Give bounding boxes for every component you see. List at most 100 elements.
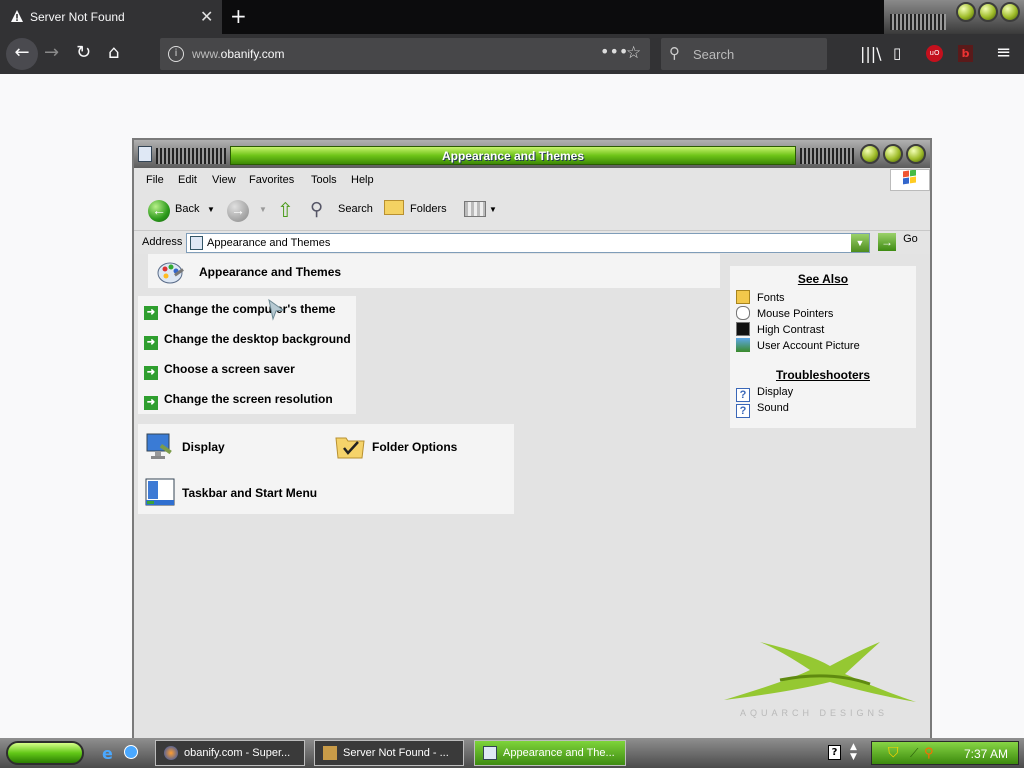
window-maximize-button[interactable] (883, 144, 903, 164)
window-close-button[interactable] (906, 144, 926, 164)
minimize-button[interactable] (956, 2, 976, 22)
address-bar: Address Appearance and Themes ▼ → Go (134, 230, 930, 254)
high-contrast-icon (736, 322, 750, 336)
toolbar-back-label[interactable]: Back (175, 203, 199, 215)
library-icon[interactable]: |||\ (860, 44, 882, 63)
mouse-cursor-icon (268, 298, 285, 321)
new-tab-button[interactable]: + (230, 4, 247, 28)
navigation-bar: ← → ↻ ⌂ i www.obanify.com ••• ☆ ⚲ Search… (0, 34, 1024, 74)
window-title-bar: Appearance and Themes (134, 140, 930, 168)
taskbar-button-obanify[interactable]: obanify.com - Super... (155, 740, 305, 766)
help-icon: ? (736, 388, 750, 402)
menu-tools[interactable]: Tools (311, 174, 337, 186)
help-icon[interactable]: ? (828, 745, 841, 760)
extension-icon[interactable]: b (958, 45, 973, 62)
home-button[interactable]: ⌂ (108, 42, 119, 63)
menu-favorites[interactable]: Favorites (249, 174, 294, 186)
address-dropdown-icon[interactable]: ▼ (851, 234, 869, 252)
address-value: Appearance and Themes (207, 237, 331, 249)
toolbar-search-label[interactable]: Search (338, 203, 373, 215)
fonts-folder-icon (736, 290, 750, 304)
forward-dropdown-icon[interactable]: ▼ (259, 205, 267, 214)
menu-help[interactable]: Help (351, 174, 374, 186)
back-button[interactable]: ← (6, 38, 38, 70)
bookmark-star-icon[interactable]: ☆ (626, 43, 641, 63)
start-button[interactable] (6, 741, 84, 765)
sidebar-icon[interactable]: ▯ (893, 44, 901, 62)
volume-icon[interactable]: ⚲ (924, 746, 934, 761)
applet-label: Display (182, 440, 225, 454)
menu-icon[interactable]: ≡ (996, 42, 1011, 63)
back-arrow-icon[interactable]: ← (148, 200, 170, 222)
taskbar-button-server-not-found[interactable]: Server Not Found - ... (314, 740, 464, 766)
see-also-heading: See Also (797, 272, 849, 286)
search-placeholder: Search (693, 47, 735, 62)
tab-title: Server Not Found (30, 10, 125, 24)
see-also-high-contrast[interactable]: High Contrast (736, 322, 824, 336)
up-folder-icon[interactable]: ⇧ (277, 198, 294, 223)
clock[interactable]: 7:37 AM (964, 747, 1008, 761)
url-bar[interactable]: i www.obanify.com ••• ☆ (160, 38, 650, 70)
menu-view[interactable]: View (212, 174, 236, 186)
menu-edit[interactable]: Edit (178, 174, 197, 186)
search-magnifier-icon[interactable]: ⚲ (310, 199, 323, 220)
close-window-button[interactable] (1000, 2, 1020, 22)
network-icon[interactable]: ⟋ (910, 746, 918, 761)
window-minimize-button[interactable] (860, 144, 880, 164)
task-list: ➜ Change the computer's theme ➜ Change the… (138, 296, 356, 414)
title-grill-right (800, 148, 854, 164)
see-also-fonts[interactable]: Fonts (736, 290, 785, 304)
reload-button[interactable]: ↻ (76, 42, 91, 63)
toolbar: ← Back ▼ → ▼ ⇧ ⚲ Search Folders ▼ (134, 192, 930, 230)
troubleshooter-display[interactable]: ? Display (736, 386, 793, 402)
see-also-panel: See Also Fonts Mouse Pointers High Contr… (730, 266, 916, 428)
address-label: Address (142, 236, 183, 248)
back-dropdown-icon[interactable]: ▼ (207, 205, 215, 214)
views-dropdown-icon[interactable]: ▼ (489, 205, 497, 214)
search-bar[interactable]: ⚲ Search (661, 38, 827, 70)
quick-launch-icon[interactable] (124, 745, 138, 759)
user-picture-icon (736, 338, 750, 352)
system-tray: ⛉ ⟋ ⚲ 7:37 AM (871, 741, 1019, 765)
shield-icon[interactable]: ⛉ (888, 745, 899, 761)
titlebar-grill (890, 14, 946, 30)
search-icon: ⚲ (669, 44, 680, 62)
applet-label: Folder Options (372, 440, 458, 454)
taskbar-button-appearance-themes[interactable]: Appearance and The... (474, 740, 626, 766)
browser-tab-bar: Server Not Found ✕ + (0, 0, 1024, 34)
toolbar-folders-label[interactable]: Folders (410, 203, 447, 215)
page-actions-icon[interactable]: ••• (600, 42, 628, 61)
see-also-mouse-pointers[interactable]: Mouse Pointers (736, 306, 833, 320)
appearance-themes-icon (157, 262, 184, 284)
aquarch-designs-logo: AQUARCH DESIGNS (720, 640, 920, 720)
help-icon: ? (736, 404, 750, 418)
task-screen-resolution[interactable]: ➜ Change the screen resolution (144, 392, 333, 410)
internet-explorer-icon[interactable]: e (102, 744, 113, 763)
control-panel-icon[interactable] (138, 146, 152, 162)
views-icon[interactable] (464, 201, 486, 217)
address-field[interactable]: Appearance and Themes ▼ (186, 233, 870, 253)
tray-scroll-icon[interactable]: ▲ ▼ (850, 742, 857, 762)
task-change-background[interactable]: ➜ Change the desktop background (144, 332, 351, 350)
forward-arrow-icon[interactable]: → (227, 200, 249, 222)
site-info-icon[interactable]: i (168, 46, 184, 62)
go-button[interactable]: → Go (878, 233, 918, 251)
window-controls (884, 0, 1024, 34)
content-area: Appearance and Themes ➜ Change the comput… (134, 254, 930, 740)
taskbar-icon (145, 478, 175, 506)
category-header: Appearance and Themes (148, 254, 720, 288)
troubleshooter-sound[interactable]: ? Sound (736, 402, 789, 418)
task-change-theme[interactable]: ➜ Change the computer's theme (144, 302, 336, 320)
browser-tab[interactable]: Server Not Found ✕ (0, 0, 222, 34)
display-icon (146, 433, 172, 459)
ublock-icon[interactable]: uO (926, 45, 943, 62)
task-screen-saver[interactable]: ➜ Choose a screen saver (144, 362, 295, 380)
mouse-icon (736, 306, 750, 320)
menu-file[interactable]: File (146, 174, 164, 186)
see-also-user-account-picture[interactable]: User Account Picture (736, 338, 860, 352)
folders-icon[interactable] (384, 200, 404, 215)
maximize-button[interactable] (978, 2, 998, 22)
close-tab-icon[interactable]: ✕ (200, 7, 213, 26)
go-arrow-icon: → (878, 233, 896, 251)
forward-button[interactable]: → (44, 42, 59, 63)
